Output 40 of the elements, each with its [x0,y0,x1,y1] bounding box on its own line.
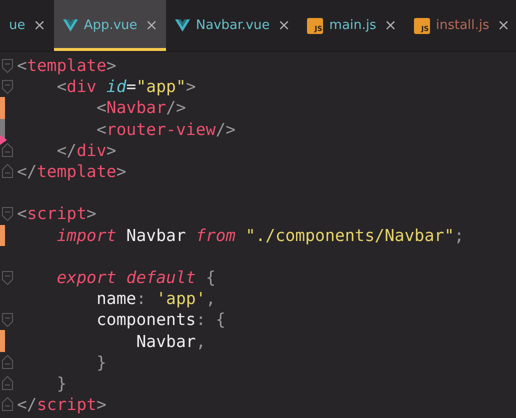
editor-tab[interactable]: App.vue × [54,0,166,51]
tab-label: install.js [436,16,490,35]
close-icon[interactable]: × [278,18,290,33]
fold-icon[interactable] [2,313,13,328]
code-line: </div> [56,140,116,161]
code-line: Navbar, [135,330,206,352]
tab-label: ue [9,16,26,35]
fold-icon[interactable] [2,80,13,94]
code-line: } [56,372,67,394]
fold-end-icon[interactable] [2,397,13,411]
tab-label: App.vue [84,16,138,35]
fold-end-icon[interactable] [2,376,13,390]
fold-icon[interactable] [2,270,13,285]
code-line: </template> [17,161,126,182]
editor-tab[interactable]: ue × [0,0,54,51]
fold-end-icon[interactable] [2,354,13,369]
vue-logo-icon [62,19,78,32]
code-line: } [95,352,106,373]
code-line: import Navbar from "./components/Navbar"; [56,224,464,246]
code-line: name: 'app', [95,288,216,310]
code-line: <Navbar/> [95,97,186,118]
code-line: components: { [95,309,226,330]
code-line: <div id="app"> [56,76,196,98]
fold-icon[interactable] [2,59,13,73]
code-line: <script> [17,203,96,224]
fold-end-icon[interactable] [2,164,13,178]
tab-label: main.js [329,16,376,35]
code-line: <template> [17,55,116,76]
vue-logo-icon [174,19,190,32]
code-line: <router-view/> [95,118,236,140]
code-line: export default { [56,266,216,288]
close-icon[interactable]: × [497,18,510,33]
code-line: </script> [17,394,106,416]
editor-tab[interactable]: Navbar.vue × [166,0,298,51]
tab-label: Navbar.vue [196,16,270,35]
fold-icon[interactable] [2,207,13,222]
close-icon[interactable]: × [384,18,397,33]
fold-end-icon[interactable] [2,142,13,157]
close-icon[interactable]: × [145,18,158,33]
close-icon[interactable]: × [33,18,46,33]
